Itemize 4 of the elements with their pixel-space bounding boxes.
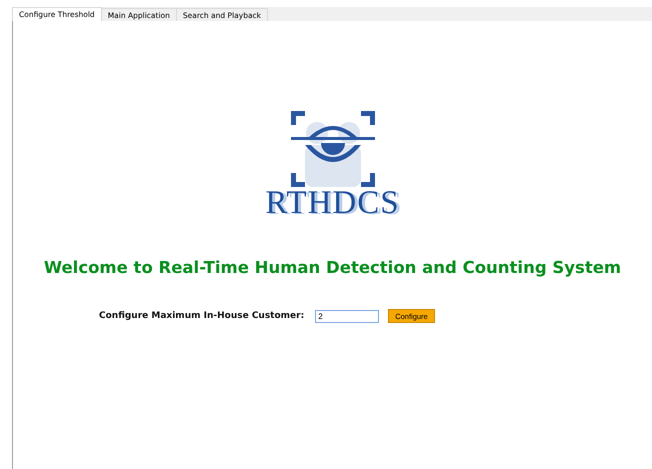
field-label: Configure Maximum In-House Customer: — [99, 311, 304, 321]
logo-text: RTHDCS — [265, 187, 400, 220]
welcome-heading: Welcome to Real-Time Human Detection and Counting System — [44, 258, 622, 277]
max-customer-input[interactable]: 2 — [315, 310, 380, 322]
